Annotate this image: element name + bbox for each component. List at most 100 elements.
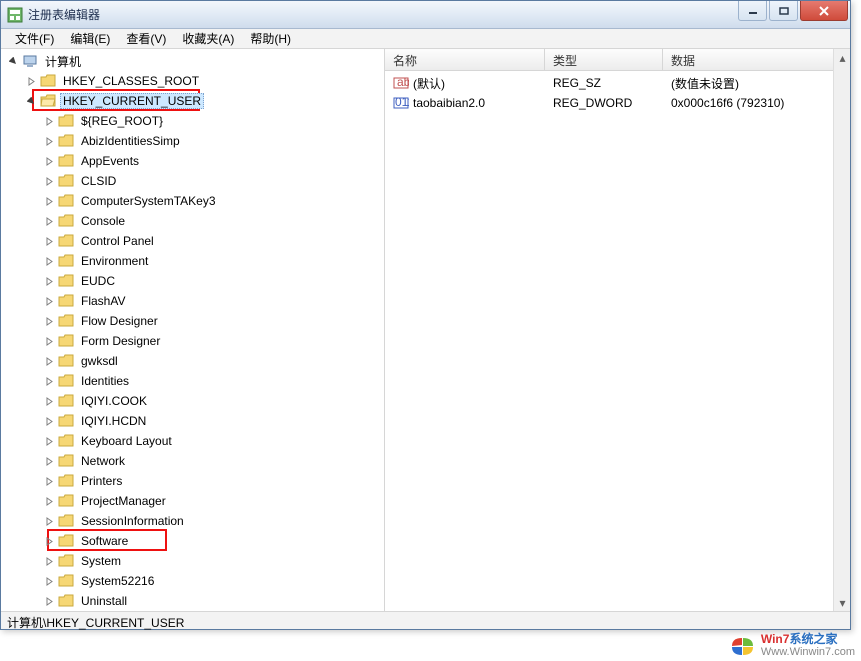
tree-node[interactable]: Identities bbox=[43, 371, 384, 391]
folder-icon bbox=[58, 333, 74, 349]
col-header-type[interactable]: 类型 bbox=[545, 49, 663, 70]
tree-node[interactable]: AppEvents bbox=[43, 151, 384, 171]
expand-icon[interactable] bbox=[25, 75, 37, 87]
tree-node[interactable]: Environment bbox=[43, 251, 384, 271]
tree-node[interactable]: Control Panel bbox=[43, 231, 384, 251]
expand-icon[interactable] bbox=[43, 515, 55, 527]
list-row[interactable]: ab(默认)REG_SZ(数值未设置) bbox=[385, 73, 850, 93]
expand-icon[interactable] bbox=[43, 275, 55, 287]
expand-icon[interactable] bbox=[43, 415, 55, 427]
tree-label: Flow Designer bbox=[78, 313, 161, 329]
expand-icon[interactable] bbox=[43, 595, 55, 607]
menu-view[interactable]: 查看(V) bbox=[118, 28, 174, 49]
tree-node-hkcr[interactable]: HKEY_CLASSES_ROOT bbox=[25, 71, 384, 91]
expand-icon[interactable] bbox=[43, 555, 55, 567]
tree-node[interactable]: ComputerSystemTAKey3 bbox=[43, 191, 384, 211]
close-button[interactable] bbox=[800, 1, 848, 21]
minimize-button[interactable] bbox=[738, 1, 767, 21]
value-name: (默认) bbox=[413, 75, 445, 92]
folder-icon bbox=[58, 413, 74, 429]
regedit-icon bbox=[7, 7, 23, 23]
tree-node-computer[interactable]: 计算机 bbox=[7, 51, 384, 71]
expand-icon[interactable] bbox=[43, 235, 55, 247]
scroll-up-icon[interactable]: ▴ bbox=[835, 49, 850, 66]
menu-bar: 文件(F) 编辑(E) 查看(V) 收藏夹(A) 帮助(H) bbox=[1, 29, 850, 49]
expand-icon[interactable] bbox=[43, 335, 55, 347]
tree-node[interactable]: Uninstall bbox=[43, 591, 384, 611]
expand-icon[interactable] bbox=[43, 495, 55, 507]
dword-value-icon: 011 bbox=[393, 95, 409, 111]
expand-icon[interactable] bbox=[43, 215, 55, 227]
folder-icon bbox=[58, 373, 74, 389]
tree-label: System52216 bbox=[78, 573, 157, 589]
folder-icon bbox=[58, 593, 74, 609]
tree-node[interactable]: Software bbox=[43, 531, 384, 551]
tree-node[interactable]: FlashAV bbox=[43, 291, 384, 311]
tree-node-hkcu[interactable]: HKEY_CURRENT_USER bbox=[25, 91, 384, 111]
svg-text:ab: ab bbox=[397, 75, 409, 89]
value-data: 0x000c16f6 (792310) bbox=[663, 96, 850, 110]
col-header-name[interactable]: 名称 bbox=[385, 49, 545, 70]
expand-icon[interactable] bbox=[43, 455, 55, 467]
status-bar: 计算机\HKEY_CURRENT_USER bbox=[1, 611, 850, 629]
tree-label: SessionInformation bbox=[78, 513, 187, 529]
tree-node[interactable]: System52216 bbox=[43, 571, 384, 591]
expand-icon[interactable] bbox=[43, 395, 55, 407]
expand-icon[interactable] bbox=[43, 135, 55, 147]
folder-icon bbox=[58, 473, 74, 489]
menu-help[interactable]: 帮助(H) bbox=[242, 28, 299, 49]
watermark-logo-icon bbox=[729, 632, 757, 658]
folder-icon bbox=[58, 533, 74, 549]
expand-icon[interactable] bbox=[43, 115, 55, 127]
menu-favorites[interactable]: 收藏夹(A) bbox=[174, 28, 242, 49]
tree-node[interactable]: ${REG_ROOT} bbox=[43, 111, 384, 131]
tree-node[interactable]: Printers bbox=[43, 471, 384, 491]
expand-icon[interactable] bbox=[43, 255, 55, 267]
expand-icon[interactable] bbox=[43, 295, 55, 307]
tree-label: gwksdl bbox=[78, 353, 121, 369]
window-controls bbox=[738, 1, 850, 21]
tree-label: Printers bbox=[78, 473, 125, 489]
tree-node[interactable]: AbizIdentitiesSimp bbox=[43, 131, 384, 151]
tree-node[interactable]: gwksdl bbox=[43, 351, 384, 371]
expand-icon[interactable] bbox=[43, 475, 55, 487]
expand-icon[interactable] bbox=[43, 535, 55, 547]
scroll-down-icon[interactable]: ▾ bbox=[835, 594, 850, 611]
tree-node[interactable]: Keyboard Layout bbox=[43, 431, 384, 451]
tree-label: Uninstall bbox=[78, 593, 130, 609]
vertical-scrollbar[interactable]: ▴ ▾ bbox=[833, 49, 850, 611]
tree-node[interactable]: IQIYI.HCDN bbox=[43, 411, 384, 431]
tree-node[interactable]: System bbox=[43, 551, 384, 571]
tree-node[interactable]: SessionInformation bbox=[43, 511, 384, 531]
tree-node[interactable]: Flow Designer bbox=[43, 311, 384, 331]
tree-node[interactable]: ProjectManager bbox=[43, 491, 384, 511]
tree-label: Environment bbox=[78, 253, 151, 269]
expand-icon[interactable] bbox=[43, 195, 55, 207]
expand-icon[interactable] bbox=[43, 175, 55, 187]
expand-icon[interactable] bbox=[7, 55, 19, 67]
tree-node[interactable]: Form Designer bbox=[43, 331, 384, 351]
tree-label: ${REG_ROOT} bbox=[78, 113, 166, 129]
title-bar[interactable]: 注册表编辑器 bbox=[1, 1, 850, 29]
list-row[interactable]: 011taobaibian2.0REG_DWORD0x000c16f6 (792… bbox=[385, 93, 850, 113]
tree-node[interactable]: EUDC bbox=[43, 271, 384, 291]
expand-icon[interactable] bbox=[43, 355, 55, 367]
expand-icon[interactable] bbox=[43, 155, 55, 167]
window-title: 注册表编辑器 bbox=[28, 6, 100, 23]
col-header-data[interactable]: 数据 bbox=[663, 49, 850, 70]
expand-icon[interactable] bbox=[43, 315, 55, 327]
expand-icon[interactable] bbox=[43, 375, 55, 387]
expand-icon[interactable] bbox=[43, 575, 55, 587]
values-pane[interactable]: 名称 类型 数据 ab(默认)REG_SZ(数值未设置)011taobaibia… bbox=[385, 49, 850, 611]
tree-node[interactable]: Console bbox=[43, 211, 384, 231]
watermark-brand-2: 系统之家 bbox=[789, 632, 837, 646]
menu-edit[interactable]: 编辑(E) bbox=[62, 28, 118, 49]
tree-node[interactable]: IQIYI.COOK bbox=[43, 391, 384, 411]
maximize-button[interactable] bbox=[769, 1, 798, 21]
tree-node[interactable]: Network bbox=[43, 451, 384, 471]
tree-node[interactable]: CLSID bbox=[43, 171, 384, 191]
collapse-icon[interactable] bbox=[25, 95, 37, 107]
menu-file[interactable]: 文件(F) bbox=[7, 28, 62, 49]
expand-icon[interactable] bbox=[43, 435, 55, 447]
tree-pane[interactable]: 计算机 HKEY_CLASSES_ROOT bbox=[1, 49, 385, 611]
